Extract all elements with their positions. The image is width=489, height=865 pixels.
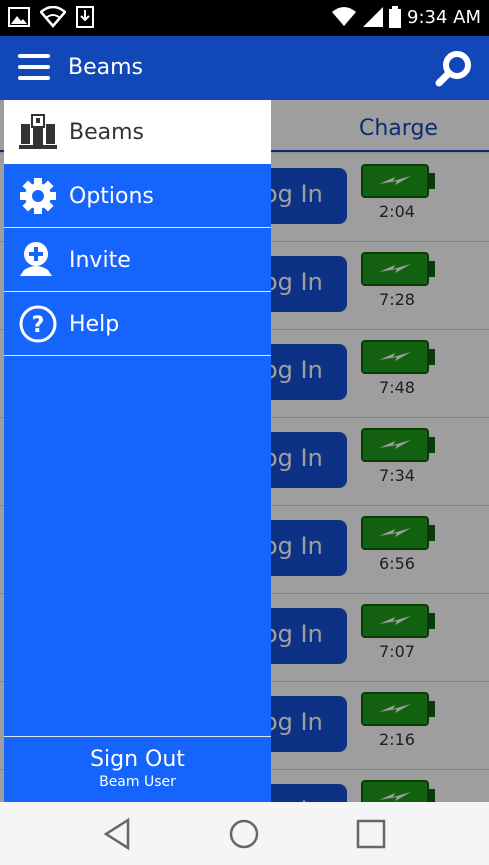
beams-icon: [19, 114, 57, 149]
drawer-item-invite[interactable]: Invite: [4, 228, 271, 292]
wifi-outline-icon: [40, 6, 66, 28]
navigation-drawer: Beams Options Invite ? Help Sign Out Bea…: [4, 100, 271, 802]
add-user-icon: [20, 242, 52, 276]
download-notification-icon: [76, 6, 94, 28]
drawer-item-help[interactable]: ? Help: [4, 292, 271, 356]
menu-icon[interactable]: [18, 54, 50, 82]
svg-text:?: ?: [32, 313, 45, 338]
drawer-item-beams[interactable]: Beams: [4, 100, 271, 164]
user-name: Beam User: [99, 774, 176, 790]
wifi-icon: [332, 7, 356, 26]
app-title: Beams: [68, 55, 144, 80]
sign-out-button[interactable]: Sign Out: [4, 747, 271, 772]
status-bar: 9:34 AM: [0, 0, 489, 36]
recents-icon[interactable]: [351, 814, 391, 854]
home-icon[interactable]: [224, 814, 264, 854]
help-icon: ?: [19, 305, 57, 343]
drawer-item-options[interactable]: Options: [4, 164, 271, 228]
image-notification-icon: [8, 7, 30, 27]
gear-icon: [20, 178, 56, 214]
status-time: 9:34 AM: [407, 6, 481, 28]
signal-icon: [363, 7, 383, 27]
system-nav-bar: [0, 802, 489, 865]
back-icon[interactable]: [98, 814, 138, 854]
drawer-label-options: Options: [69, 184, 154, 209]
drawer-label-beams: Beams: [69, 120, 145, 145]
app-bar: Beams: [0, 36, 489, 100]
sign-out-section[interactable]: Sign Out Beam User: [4, 736, 271, 802]
drawer-label-invite: Invite: [69, 248, 131, 273]
battery-status-icon: [389, 6, 401, 28]
search-icon[interactable]: [435, 50, 473, 88]
drawer-label-help: Help: [69, 312, 120, 337]
